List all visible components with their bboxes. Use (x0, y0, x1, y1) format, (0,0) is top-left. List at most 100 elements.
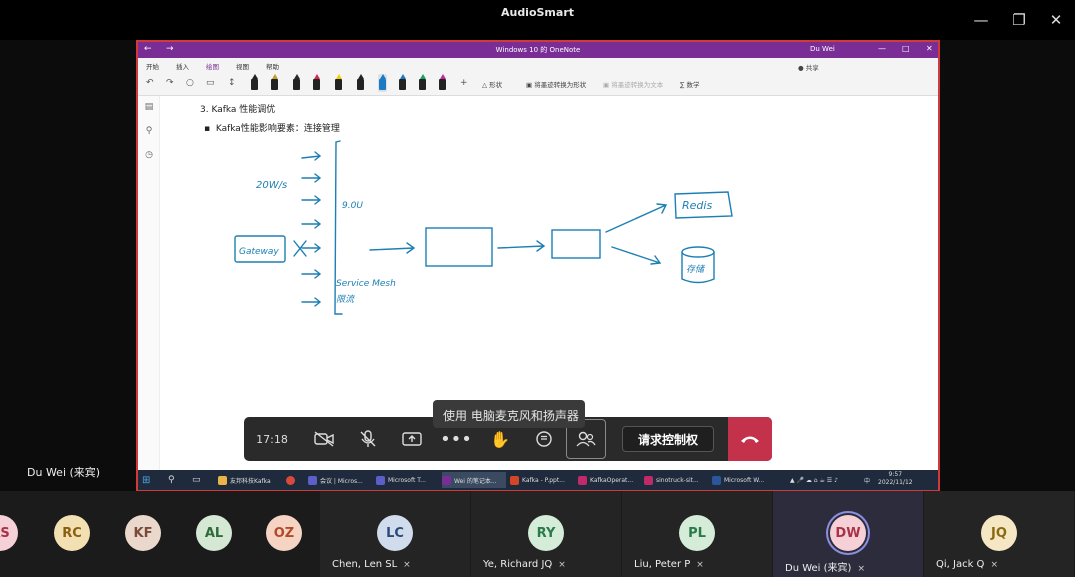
avatar: RC (54, 515, 90, 551)
participant-name: Liu, Peter P × (634, 559, 704, 570)
taskbar-clock[interactable]: 9:57 2022/11/12 (878, 471, 913, 487)
pen-7[interactable] (378, 74, 387, 92)
search-taskbar-icon[interactable]: ⚲ (168, 472, 175, 488)
participant-tile[interactable]: LC Chen, Len SL × (320, 491, 470, 577)
onenote-sidebar: ▤ ⚲ ◷ (138, 96, 160, 470)
tab-insert[interactable]: 插入 (176, 61, 189, 71)
participant-tile[interactable]: RC (37, 491, 107, 577)
onenote-title-bar: ← → Windows 10 的 OneNote Du Wei — □ ✕ (138, 42, 938, 58)
pen-6[interactable] (356, 74, 365, 92)
on-maximize-icon[interactable]: □ (902, 44, 910, 53)
hang-up-button[interactable] (728, 417, 772, 461)
chrome-icon[interactable] (286, 472, 298, 488)
pen-1[interactable] (250, 74, 259, 92)
on-close-icon[interactable]: ✕ (926, 44, 933, 53)
taskbar-item-sinotruck[interactable]: sinotruck-sit... (644, 472, 708, 488)
task-view-icon[interactable]: ▭ (192, 472, 201, 488)
participant-tile[interactable]: KF (108, 491, 178, 577)
participant-name: Du Wei (来宾) × (785, 563, 865, 574)
ink-to-text-button[interactable]: ▣ 将墨迹转换为文本 (603, 79, 663, 89)
ink-mesh2: 限流 (336, 294, 356, 305)
audio-tooltip: 使用 电脑麦克风和扬声器 (433, 400, 585, 428)
onenote-ribbon: ↶ ↷ ○ ▭ ↕ + △ 形状 ▣ 将墨迹转换为形状 ▣ 将墨迹转换为文本 ∑… (138, 64, 938, 96)
minimize-icon[interactable]: — (968, 8, 994, 32)
participant-tile[interactable]: JQ Qi, Jack Q × (924, 491, 1074, 577)
participant-tile[interactable]: DW Du Wei (来宾) × (773, 491, 923, 577)
taskbar-item-folder[interactable]: 友邦科技Kafka (218, 472, 280, 488)
mic-off-button[interactable] (346, 417, 390, 461)
undo-icon[interactable]: ↶ (146, 78, 154, 88)
presenter-label: Du Wei (来宾) (27, 466, 101, 479)
tab-view[interactable]: 视图 (236, 61, 249, 71)
ink-rate: 20W/s (256, 180, 287, 191)
ime-indicator[interactable]: 中 (864, 472, 870, 488)
tab-home[interactable]: 开始 (146, 61, 159, 71)
tab-help[interactable]: 帮助 (266, 61, 279, 71)
pen-3[interactable] (292, 74, 301, 92)
taskbar-item-word[interactable]: Microsoft W... (712, 472, 776, 488)
participants-icon (576, 431, 596, 447)
taskbar-item-teams[interactable]: Microsoft T... (376, 472, 438, 488)
taskbar-item-onenote[interactable]: Wei 的笔记本... (442, 472, 506, 488)
muted-mic-icon: × (558, 560, 566, 570)
ink-redis: Redis (682, 199, 712, 212)
math-button[interactable]: ∑ 数学 (680, 79, 699, 89)
windows-taskbar: ⊞ ⚲ ▭ 友邦科技Kafka 会议 | Micros... Microsoft… (138, 470, 938, 490)
participant-tile[interactable]: KS (0, 491, 35, 577)
maximize-icon[interactable]: ❐ (1006, 8, 1032, 32)
share-screen-button[interactable] (390, 417, 434, 461)
pen-8[interactable] (398, 74, 407, 92)
start-icon[interactable]: ⊞ (142, 472, 150, 488)
share-button[interactable]: ● 共享 (798, 62, 819, 72)
taskbar-item-meeting[interactable]: 会议 | Micros... (308, 472, 370, 488)
eraser-icon[interactable]: ▭ (206, 78, 215, 88)
close-icon[interactable]: ✕ (1043, 8, 1069, 32)
avatar: OZ (266, 515, 302, 551)
pen-4[interactable] (312, 74, 321, 92)
avatar: KS (0, 515, 18, 551)
onenote-user: Du Wei (810, 45, 835, 53)
avatar: LC (377, 515, 413, 551)
app-title: AudioSmart (500, 6, 575, 19)
camera-off-button[interactable] (302, 417, 346, 461)
muted-mic-icon: × (857, 564, 865, 574)
hang-up-icon (741, 436, 759, 443)
avatar: JQ (981, 515, 1017, 551)
ink-to-shape-button[interactable]: ▣ 将墨迹转换为形状 (526, 79, 586, 89)
request-control-button[interactable]: 请求控制权 (622, 426, 714, 452)
pen-5[interactable] (334, 74, 343, 92)
participant-tile[interactable]: PL Liu, Peter P × (622, 491, 772, 577)
notebooks-icon[interactable]: ▤ (143, 102, 155, 114)
chat-icon (536, 431, 552, 447)
on-minimize-icon[interactable]: — (878, 44, 886, 53)
add-space-icon[interactable]: ↕ (228, 78, 236, 88)
participant-name: Chen, Len SL × (332, 559, 411, 570)
add-pen-icon[interactable]: + (460, 78, 468, 88)
avatar: DW (830, 515, 866, 551)
participant-tile[interactable]: OZ (249, 491, 319, 577)
redo-icon[interactable]: ↷ (166, 78, 174, 88)
participant-tile[interactable]: AL (179, 491, 249, 577)
muted-mic-icon: × (403, 560, 411, 570)
avatar: KF (125, 515, 161, 551)
pen-9[interactable] (418, 74, 427, 92)
pen-2[interactable] (270, 74, 279, 92)
ink-store: 存储 (686, 264, 706, 275)
lasso-icon[interactable]: ○ (186, 78, 194, 88)
mic-off-icon (360, 430, 376, 447)
participant-tile[interactable]: RY Ye, Richard JQ × (471, 491, 621, 577)
participant-name: Qi, Jack Q × (936, 559, 998, 570)
recent-icon[interactable]: ◷ (143, 150, 155, 162)
pen-10[interactable] (438, 74, 447, 92)
shapes-button[interactable]: △ 形状 (482, 79, 502, 89)
camera-off-icon (314, 431, 334, 447)
search-icon[interactable]: ⚲ (143, 126, 155, 138)
avatar: PL (679, 515, 715, 551)
avatar: RY (528, 515, 564, 551)
taskbar-item-ppt[interactable]: Kafka - P.ppt... (510, 472, 574, 488)
ink-mesh: Service Mesh (336, 279, 396, 289)
taskbar-item-kafkaoperat[interactable]: KafkaOperat... (578, 472, 640, 488)
ink-num: 9.0U (342, 201, 363, 211)
tray-icons[interactable]: ▲ 🎤 ☁ ⌂ ☕ ☰ ♪ (790, 472, 838, 488)
call-timer: 17:18 (256, 432, 288, 446)
